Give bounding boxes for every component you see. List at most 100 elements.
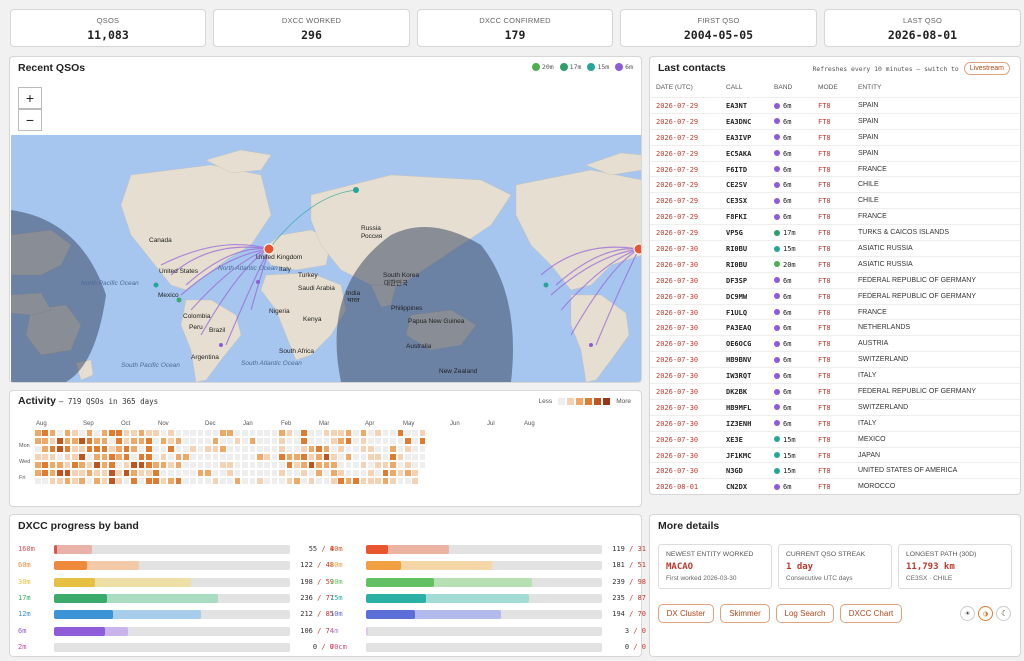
log-search-link[interactable]: Log Search (776, 604, 834, 623)
activity-day-cell[interactable] (405, 454, 411, 461)
activity-day-cell[interactable] (57, 478, 63, 485)
activity-day-cell[interactable] (123, 478, 130, 485)
activity-day-cell[interactable] (123, 438, 130, 445)
activity-day-cell[interactable] (249, 454, 256, 461)
activity-day-cell[interactable] (390, 446, 396, 453)
activity-day-cell[interactable] (316, 430, 322, 437)
cell-call[interactable]: DK2BK (726, 388, 747, 396)
activity-day-cell[interactable] (264, 478, 270, 485)
activity-day-cell[interactable] (316, 438, 322, 445)
activity-day-cell[interactable] (190, 438, 196, 445)
cell-call[interactable]: CE3SX (726, 197, 747, 205)
activity-day-cell[interactable] (345, 470, 352, 477)
activity-day-cell[interactable] (153, 430, 159, 437)
activity-day-cell[interactable] (197, 438, 204, 445)
activity-day-cell[interactable] (345, 454, 352, 461)
activity-day-cell[interactable] (138, 470, 145, 477)
activity-day-cell[interactable] (131, 470, 137, 477)
activity-day-cell[interactable] (308, 462, 315, 469)
activity-day-cell[interactable] (109, 446, 115, 453)
activity-day-cell[interactable] (205, 430, 211, 437)
activity-day-cell[interactable] (42, 470, 48, 477)
cell-call[interactable]: EC5AKA (726, 150, 751, 158)
activity-day-cell[interactable] (286, 446, 293, 453)
activity-day-cell[interactable] (368, 478, 374, 485)
activity-day-cell[interactable] (375, 430, 381, 437)
table-row[interactable]: 2026-07-29 EA3DNC 6m FT8 SPAIN (650, 112, 1020, 129)
activity-day-cell[interactable] (35, 470, 41, 477)
activity-day-cell[interactable] (360, 478, 367, 485)
table-row[interactable]: 2026-07-30 HB9MFL 6m FT8 SWITZERLAND (650, 398, 1020, 415)
activity-day-cell[interactable] (227, 478, 233, 485)
activity-day-cell[interactable] (212, 462, 219, 469)
activity-day-cell[interactable] (212, 470, 219, 477)
activity-day-cell[interactable] (242, 430, 248, 437)
activity-day-cell[interactable] (153, 438, 159, 445)
activity-day-cell[interactable] (279, 430, 285, 437)
table-row[interactable]: 2026-07-29 F6ITD 6m FT8 FRANCE (650, 160, 1020, 177)
activity-day-cell[interactable] (220, 454, 226, 461)
activity-day-cell[interactable] (160, 478, 167, 485)
activity-day-cell[interactable] (279, 446, 285, 453)
activity-day-cell[interactable] (175, 470, 182, 477)
activity-day-cell[interactable] (146, 438, 152, 445)
activity-day-cell[interactable] (234, 438, 241, 445)
activity-day-cell[interactable] (183, 438, 189, 445)
activity-day-cell[interactable] (131, 478, 137, 485)
activity-day-cell[interactable] (234, 462, 241, 469)
cell-call[interactable]: JF1KMC (726, 452, 751, 460)
activity-day-cell[interactable] (175, 446, 182, 453)
activity-day-cell[interactable] (271, 446, 278, 453)
activity-day-cell[interactable] (360, 470, 367, 477)
table-row[interactable]: 2026-08-01 CN2DX 6m FT8 MOROCCO (650, 478, 1020, 494)
activity-day-cell[interactable] (79, 438, 85, 445)
activity-day-cell[interactable] (353, 430, 359, 437)
activity-day-cell[interactable] (57, 470, 63, 477)
activity-day-cell[interactable] (405, 446, 411, 453)
activity-day-cell[interactable] (138, 462, 145, 469)
activity-day-cell[interactable] (153, 470, 159, 477)
activity-day-cell[interactable] (72, 454, 78, 461)
activity-day-cell[interactable] (168, 430, 174, 437)
activity-day-cell[interactable] (153, 454, 159, 461)
table-row[interactable]: 2026-07-29 EC5AKA 6m FT8 SPAIN (650, 144, 1020, 161)
activity-day-cell[interactable] (234, 446, 241, 453)
activity-day-cell[interactable] (175, 454, 182, 461)
activity-day-cell[interactable] (35, 430, 41, 437)
activity-day-cell[interactable] (331, 438, 337, 445)
activity-day-cell[interactable] (212, 438, 219, 445)
activity-day-cell[interactable] (49, 478, 56, 485)
table-row[interactable]: 2026-07-30 HB9BNV 6m FT8 SWITZERLAND (650, 351, 1020, 367)
activity-day-cell[interactable] (412, 430, 418, 437)
activity-day-cell[interactable] (72, 446, 78, 453)
activity-day-cell[interactable] (316, 454, 322, 461)
activity-day-cell[interactable] (64, 470, 71, 477)
activity-day-cell[interactable] (234, 430, 241, 437)
cell-call[interactable]: OE6OCG (726, 340, 751, 348)
activity-day-cell[interactable] (397, 470, 404, 477)
activity-day-cell[interactable] (316, 478, 322, 485)
activity-day-cell[interactable] (331, 446, 337, 453)
activity-day-cell[interactable] (101, 446, 108, 453)
cell-call[interactable]: N3GD (726, 467, 743, 475)
activity-day-cell[interactable] (294, 438, 300, 445)
activity-day-cell[interactable] (57, 430, 63, 437)
activity-day-cell[interactable] (242, 438, 248, 445)
activity-day-cell[interactable] (123, 446, 130, 453)
activity-day-cell[interactable] (212, 430, 219, 437)
activity-day-cell[interactable] (49, 446, 56, 453)
zoom-out-button[interactable]: − (18, 109, 42, 131)
activity-day-cell[interactable] (405, 462, 411, 469)
activity-day-cell[interactable] (101, 462, 108, 469)
activity-day-cell[interactable] (116, 430, 122, 437)
activity-day-cell[interactable] (160, 462, 167, 469)
dark-theme-icon[interactable]: ☾ (996, 606, 1011, 621)
activity-day-cell[interactable] (57, 438, 63, 445)
activity-day-cell[interactable] (323, 430, 330, 437)
activity-day-cell[interactable] (405, 470, 411, 477)
dx-cluster-link[interactable]: DX Cluster (658, 604, 714, 623)
activity-day-cell[interactable] (94, 470, 100, 477)
table-row[interactable]: 2026-07-30 PA3EAQ 6m FT8 NETHERLANDS (650, 319, 1020, 335)
activity-day-cell[interactable] (242, 454, 248, 461)
cell-call[interactable]: RI0BU (726, 245, 747, 253)
